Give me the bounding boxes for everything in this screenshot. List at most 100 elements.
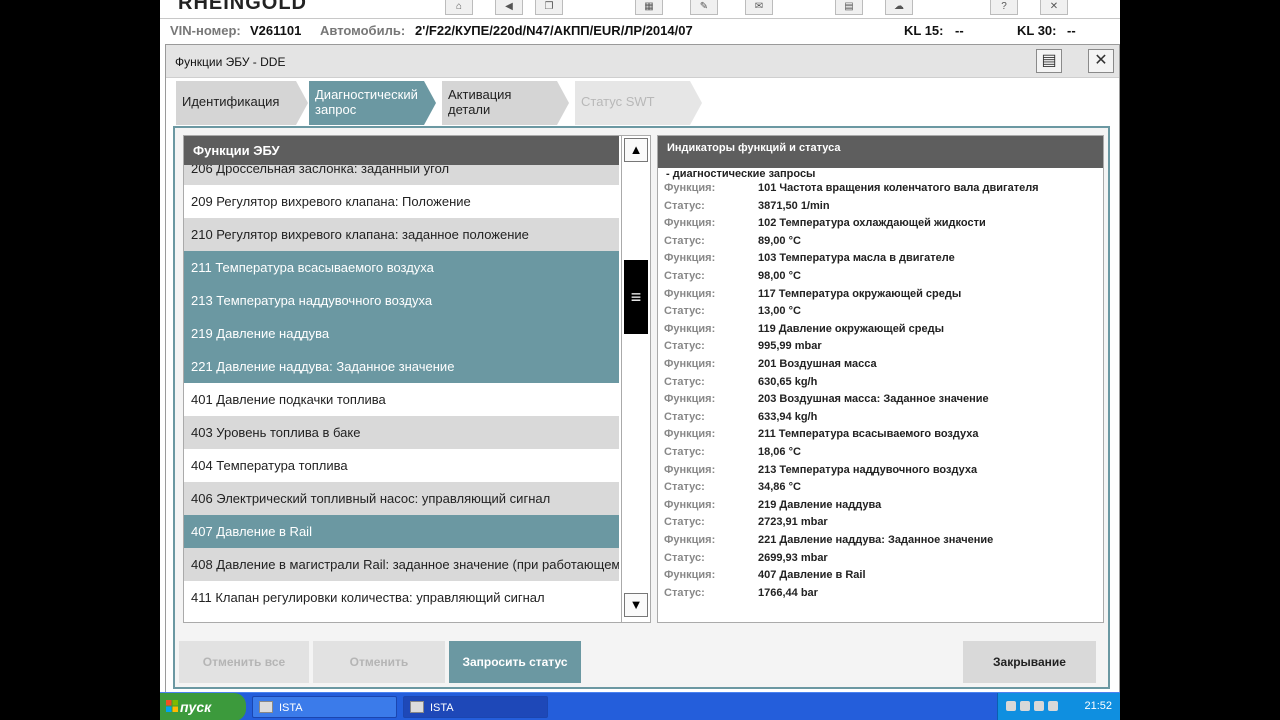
status-line-key: Функция:: [664, 217, 716, 230]
tab-diagnostic-request[interactable]: Диагностический запрос: [309, 81, 436, 125]
air-icon[interactable]: ☁: [885, 0, 913, 15]
clock: 21:52: [1084, 700, 1112, 712]
list-item-selected[interactable]: 407 Давление в Rail: [184, 515, 619, 548]
status-line-key: Статус:: [664, 375, 705, 388]
status-line-key: Функция:: [664, 534, 716, 546]
list-item[interactable]: 401 Давление подкачки топлива: [184, 383, 619, 416]
kl15-label: KL 15:: [904, 23, 944, 38]
status-line-value: 119 Давление окружающей среды: [758, 322, 944, 335]
list-item[interactable]: 406 Электрический топливный насос: управ…: [184, 482, 619, 515]
car-label: Автомобиль:: [320, 23, 406, 38]
status-line-value: 34,86 °C: [758, 481, 801, 494]
wrench-icon[interactable]: ✎: [690, 0, 718, 15]
list-item[interactable]: 404 Температура топлива: [184, 449, 619, 482]
status-line-key: Статус:: [664, 199, 705, 212]
close-app-icon[interactable]: ✕: [1040, 0, 1068, 15]
status-line-value: 221 Давление наддува: Заданное значение: [758, 534, 994, 546]
cancel-all-button[interactable]: Отменить все: [179, 641, 309, 683]
close-icon: ✕: [1094, 52, 1108, 69]
status-section-title: - диагностические запросы: [666, 168, 816, 180]
system-tray: 21:52: [997, 693, 1120, 720]
printer-icon: ▤: [1041, 52, 1057, 69]
print-button[interactable]: ▤: [1036, 49, 1062, 73]
status-line-key: Статус:: [664, 234, 705, 247]
close-dialog-button[interactable]: ✕: [1088, 49, 1114, 73]
status-line-key: Статус:: [664, 305, 705, 318]
taskbar-item-ista-1[interactable]: ISTA: [252, 696, 397, 718]
mail-icon[interactable]: ✉: [745, 0, 773, 15]
copy-icon[interactable]: ❐: [535, 0, 563, 15]
tray-bluetooth-icon[interactable]: [1006, 701, 1016, 711]
list-item[interactable]: 403 Уровень топлива в баке: [184, 416, 619, 449]
status-line-value: 2723,91 mbar: [758, 516, 828, 529]
start-button[interactable]: пуск: [160, 693, 246, 720]
status-line-key: Статус:: [664, 551, 705, 564]
list-rows: 206 Дроссельная заслонка: заданный угол …: [184, 165, 619, 622]
tab-label: Диагностический запрос: [315, 87, 418, 117]
status-line-value: 630,65 kg/h: [758, 375, 818, 388]
close-button[interactable]: Закрывание: [963, 641, 1096, 683]
status-line-key: Функция:: [664, 569, 716, 582]
tray-network-icon[interactable]: [1020, 701, 1030, 711]
cancel-button[interactable]: Отменить: [313, 641, 445, 683]
print-icon[interactable]: ▤: [835, 0, 863, 15]
list-item-selected[interactable]: 221 Давление наддува: Заданное значение: [184, 350, 619, 383]
status-line-key: Функция:: [664, 498, 716, 511]
back-icon[interactable]: ◀: [495, 0, 523, 15]
status-line-value: 18,06 °C: [758, 446, 801, 458]
task-label: ISTA: [279, 702, 303, 714]
request-status-button[interactable]: Запросить статус: [449, 641, 581, 683]
status-line-key: Функция:: [664, 252, 716, 265]
status-line-key: Функция:: [664, 358, 716, 370]
tab-label: Идентификация: [182, 94, 280, 109]
kl30-value: --: [1067, 23, 1076, 38]
list-item[interactable]: 209 Регулятор вихревого клапана: Положен…: [184, 185, 619, 218]
status-line-value: 201 Воздушная масса: [758, 358, 877, 370]
scrollbar-thumb[interactable]: ≡: [624, 260, 648, 334]
app-brand: RHEINGOLD: [178, 0, 307, 14]
help-icon[interactable]: ?: [990, 0, 1018, 15]
scroll-up-button[interactable]: ▲: [624, 138, 648, 162]
status-line-value: 89,00 °C: [758, 234, 801, 247]
status-line-key: Статус:: [664, 410, 705, 423]
tab-identification[interactable]: Идентификация: [176, 81, 308, 125]
scroll-down-button[interactable]: ▼: [624, 593, 648, 617]
status-header: Индикаторы функций и статуса: [658, 136, 1103, 168]
taskbar-item-ista-2[interactable]: ISTA: [403, 696, 548, 718]
status-line-value: 117 Температура окружающей среды: [758, 287, 962, 300]
tray-volume-icon[interactable]: [1048, 701, 1058, 711]
list-item[interactable]: 408 Давление в магистрали Rail: заданное…: [184, 548, 619, 581]
grid-icon[interactable]: ▦: [635, 0, 663, 15]
list-item[interactable]: 210 Регулятор вихревого клапана: заданно…: [184, 218, 619, 251]
status-line-value: 2699,93 mbar: [758, 551, 828, 564]
tab-component-activation[interactable]: Активация детали: [442, 81, 569, 125]
status-line-key: Функция:: [664, 463, 716, 476]
taskbar: пуск ISTA ISTA 21:52: [160, 692, 1120, 720]
status-line-key: Функция:: [664, 428, 716, 441]
tray-display-icon[interactable]: [1034, 701, 1044, 711]
list-item-selected[interactable]: 213 Температура наддувочного воздуха: [184, 284, 619, 317]
list-item[interactable]: 206 Дроссельная заслонка: заданный угол: [184, 165, 619, 185]
list-item[interactable]: 411 Клапан регулировки количества: управ…: [184, 581, 619, 614]
status-line-key: Статус:: [664, 516, 705, 529]
status-line-value: 101 Частота вращения коленчатого вала дв…: [758, 182, 1039, 194]
list-item-selected[interactable]: 219 Давление наддува: [184, 317, 619, 350]
tab-swt-status[interactable]: Статус SWT: [575, 81, 702, 125]
ecu-functions-dialog: Функции ЭБУ - DDE ▤ ✕ Идентификация Диаг…: [165, 44, 1120, 696]
app-window-icon: [410, 701, 424, 713]
list-item-selected[interactable]: 211 Температура всасываемого воздуха: [184, 251, 619, 284]
home-icon[interactable]: ⌂: [445, 0, 473, 15]
vin-label: VIN-номер:: [170, 23, 241, 38]
arrow-up-icon: ▲: [629, 142, 643, 157]
status-line-value: 407 Давление в Rail: [758, 569, 866, 582]
list-scrollbar[interactable]: ▲ ≡ ▼: [621, 136, 650, 622]
status-line-value: 13,00 °C: [758, 305, 801, 318]
status-line-value: 219 Давление наддува: [758, 498, 882, 511]
start-label: пуск: [180, 699, 212, 715]
ecu-functions-list: Функции ЭБУ 206 Дроссельная заслонка: за…: [183, 135, 651, 623]
status-line-key: Статус:: [664, 270, 705, 282]
kl15-value: --: [955, 23, 964, 38]
status-line-value: 3871,50 1/min: [758, 199, 830, 212]
top-toolbar: RHEINGOLD ⌂ ◀ ❐ ▦ ✎ ✉ ▤ ☁ ? ✕: [160, 0, 1120, 19]
dialog-title: Функции ЭБУ - DDE: [175, 55, 286, 69]
